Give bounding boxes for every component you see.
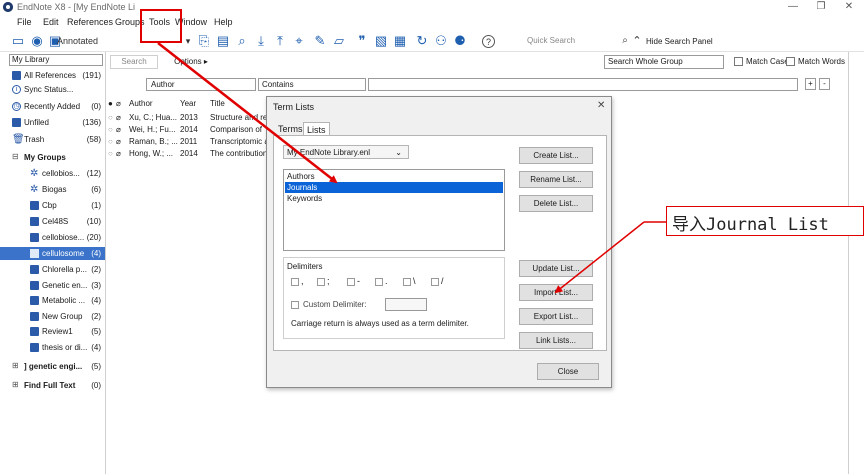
arrow-to-import-list: [554, 221, 645, 294]
arrow-to-journals: [157, 42, 338, 184]
annotation-arrows: [157, 42, 666, 294]
